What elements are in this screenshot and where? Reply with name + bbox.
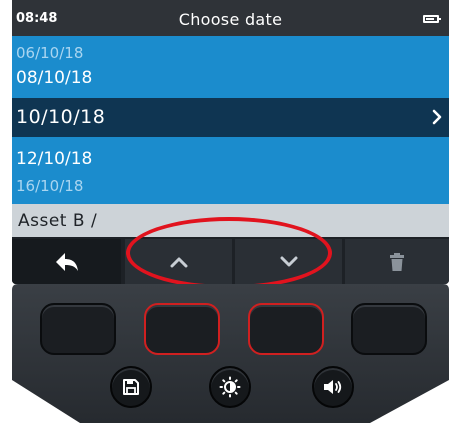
keypad-body bbox=[12, 284, 449, 423]
save-button[interactable] bbox=[110, 366, 152, 408]
volume-icon bbox=[324, 380, 342, 394]
function-key-4[interactable] bbox=[351, 303, 427, 355]
brightness-button[interactable] bbox=[209, 366, 251, 408]
function-key-1[interactable] bbox=[40, 303, 116, 355]
save-icon bbox=[123, 379, 139, 395]
brightness-icon bbox=[219, 376, 241, 398]
function-key-3[interactable] bbox=[248, 303, 324, 355]
function-key-2[interactable] bbox=[144, 303, 220, 355]
volume-button[interactable] bbox=[312, 366, 354, 408]
